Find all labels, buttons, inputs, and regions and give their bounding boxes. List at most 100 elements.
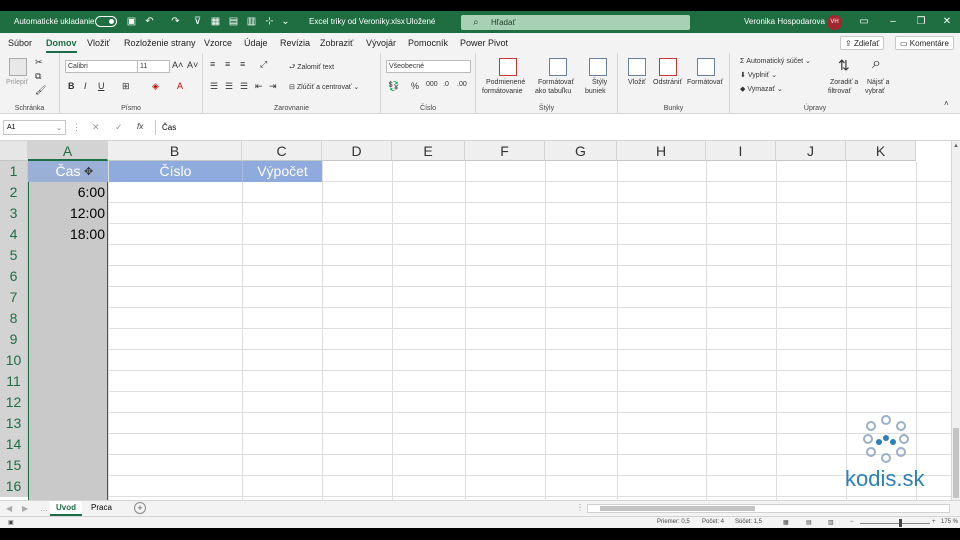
font-size-dropdown[interactable]: 11 <box>137 60 170 73</box>
search-box[interactable]: ⌕ Hľadať <box>461 15 690 30</box>
font-name-dropdown[interactable]: Calibri <box>65 60 138 73</box>
tab-power-pivot[interactable]: Power Pivot <box>460 38 508 48</box>
sheet-tab-praca[interactable]: Praca <box>85 501 118 516</box>
row-header-3[interactable]: 3 <box>0 203 28 224</box>
ribbon-display-icon[interactable]: ▭ <box>857 15 871 29</box>
delete-cells-icon[interactable] <box>659 58 677 76</box>
page-break-view-icon[interactable]: ▥ <box>828 519 834 526</box>
horizontal-scroll-thumb[interactable] <box>600 506 755 511</box>
paste-label[interactable]: Prilepiť <box>6 79 28 86</box>
tab-page-layout[interactable]: Rozloženie strany <box>124 38 196 48</box>
collapse-ribbon-icon[interactable]: ˄ <box>944 99 949 108</box>
format-painter-icon[interactable]: ⊹ <box>264 16 275 27</box>
filter-icon[interactable]: ⊽ <box>192 16 203 27</box>
align-center-icon[interactable]: ☰ <box>225 81 233 92</box>
tab-help[interactable]: Pomocník <box>408 38 448 48</box>
formula-input[interactable]: Čas <box>155 120 960 135</box>
bold-icon[interactable]: B <box>68 81 75 91</box>
delete-cells-label[interactable]: Odstrániť <box>653 79 682 86</box>
align-left-icon[interactable]: ☰ <box>210 81 218 92</box>
next-sheet-icon[interactable]: ▶ <box>22 504 28 513</box>
number-format-dropdown[interactable]: Všeobecné <box>386 60 471 73</box>
row-header-15[interactable]: 15 <box>0 455 28 476</box>
prev-sheet-icon[interactable]: ◀ <box>6 504 12 513</box>
format-as-table-label-2[interactable]: ako tabuľku <box>535 88 571 95</box>
scroll-up-icon[interactable]: ▲ <box>953 143 959 149</box>
tab-splitter-icon[interactable]: ⋮ <box>576 503 584 512</box>
format-as-table-icon[interactable] <box>549 58 567 76</box>
table-icon[interactable]: ▥ <box>246 16 257 27</box>
row-header-4[interactable]: 4 <box>0 224 28 245</box>
column-header-f[interactable]: F <box>465 141 545 161</box>
zoom-slider[interactable] <box>860 523 930 524</box>
tab-data[interactable]: Údaje <box>244 38 268 48</box>
zoom-in-icon[interactable]: + <box>932 519 936 525</box>
increase-font-icon[interactable]: A˄ <box>172 60 183 70</box>
tab-developer[interactable]: Vývojár <box>366 38 396 48</box>
row-header-2[interactable]: 2 <box>0 182 28 203</box>
cut-icon[interactable]: ✂ <box>35 57 43 68</box>
percent-icon[interactable]: % <box>411 81 419 91</box>
fill-button[interactable]: ⬇ Vyplniť ⌄ <box>740 71 777 79</box>
more-options-icon[interactable]: ⋮ <box>72 122 81 133</box>
find-select-label-1[interactable]: Nájsť a <box>867 79 889 86</box>
restore-icon[interactable]: ❐ <box>914 15 928 29</box>
normal-view-icon[interactable]: ▦ <box>783 519 789 526</box>
row-header-9[interactable]: 9 <box>0 329 28 350</box>
row-header-6[interactable]: 6 <box>0 266 28 287</box>
decrease-decimal-icon[interactable]: .00 <box>457 81 467 88</box>
column-header-h[interactable]: H <box>617 141 706 161</box>
copy-icon[interactable]: ⧉ <box>35 71 41 82</box>
row-header-10[interactable]: 10 <box>0 350 28 371</box>
name-box-dropdown-icon[interactable]: ⌄ <box>56 124 62 132</box>
conditional-formatting-label-2[interactable]: formátovanie <box>482 88 522 95</box>
cell-a2[interactable]: 6:00 <box>28 182 108 203</box>
column-header-j[interactable]: J <box>776 141 846 161</box>
find-select-icon[interactable]: ⌕ <box>872 55 881 73</box>
minimize-icon[interactable]: – <box>886 15 900 29</box>
row-header-12[interactable]: 12 <box>0 392 28 413</box>
format-cells-icon[interactable] <box>697 58 715 76</box>
conditional-formatting-label-1[interactable]: Podmienené <box>486 79 525 86</box>
customize-icon[interactable]: ⌄ <box>280 16 291 27</box>
column-header-g[interactable]: G <box>545 141 617 161</box>
column-header-k[interactable]: K <box>846 141 916 161</box>
cell-c1[interactable]: Výpočet <box>243 161 322 182</box>
align-right-icon[interactable]: ☰ <box>240 81 248 92</box>
sheet-tab-uvod[interactable]: Uvod <box>50 501 82 516</box>
zoom-level[interactable]: 175 % <box>941 519 958 525</box>
column-header-d[interactable]: D <box>322 141 392 161</box>
orientation-icon[interactable]: ⤢ <box>260 59 267 70</box>
sort-filter-label-1[interactable]: Zoradiť a <box>830 79 858 86</box>
sort-filter-icon[interactable]: ⇅ <box>838 57 850 74</box>
comments-button[interactable]: ▭ Komentáre <box>895 36 954 50</box>
insert-function-icon[interactable]: fx <box>137 122 143 131</box>
row-header-7[interactable]: 7 <box>0 287 28 308</box>
column-header-b[interactable]: B <box>108 141 242 161</box>
insert-cells-icon[interactable] <box>628 58 646 76</box>
format-as-table-label-1[interactable]: Formátovať <box>538 79 574 86</box>
merge-center-button[interactable]: ⊟ Zlúčiť a centrovať ⌄ <box>289 83 359 91</box>
cell-a4[interactable]: 18:00 <box>28 224 108 245</box>
tab-review[interactable]: Revízia <box>280 38 310 48</box>
column-header-e[interactable]: E <box>392 141 465 161</box>
saved-status[interactable]: Uložené <box>406 17 435 26</box>
tab-insert[interactable]: Vložiť <box>87 38 110 48</box>
cell-b1[interactable]: Číslo <box>109 161 242 182</box>
font-color-icon[interactable]: A <box>177 81 183 91</box>
align-bottom-icon[interactable]: ≡ <box>240 59 245 69</box>
row-header-5[interactable]: 5 <box>0 245 28 266</box>
row-header-16[interactable]: 16 <box>0 476 28 497</box>
enter-icon[interactable]: ✓ <box>115 122 123 133</box>
row-header-1[interactable]: 1 <box>0 161 28 182</box>
redo-icon[interactable]: ↷ <box>170 16 181 27</box>
increase-indent-icon[interactable]: ⇥ <box>269 81 277 92</box>
align-middle-icon[interactable]: ≡ <box>225 59 230 69</box>
share-button[interactable]: ⇪ Zdieľať <box>840 36 885 50</box>
conditional-formatting-icon[interactable] <box>499 58 517 76</box>
horizontal-scrollbar[interactable] <box>587 504 950 513</box>
zoom-slider-handle[interactable] <box>899 519 902 527</box>
undo-icon[interactable]: ↶ <box>144 16 155 27</box>
autosave-toggle[interactable] <box>95 16 117 27</box>
tab-home[interactable]: Domov <box>46 38 77 53</box>
